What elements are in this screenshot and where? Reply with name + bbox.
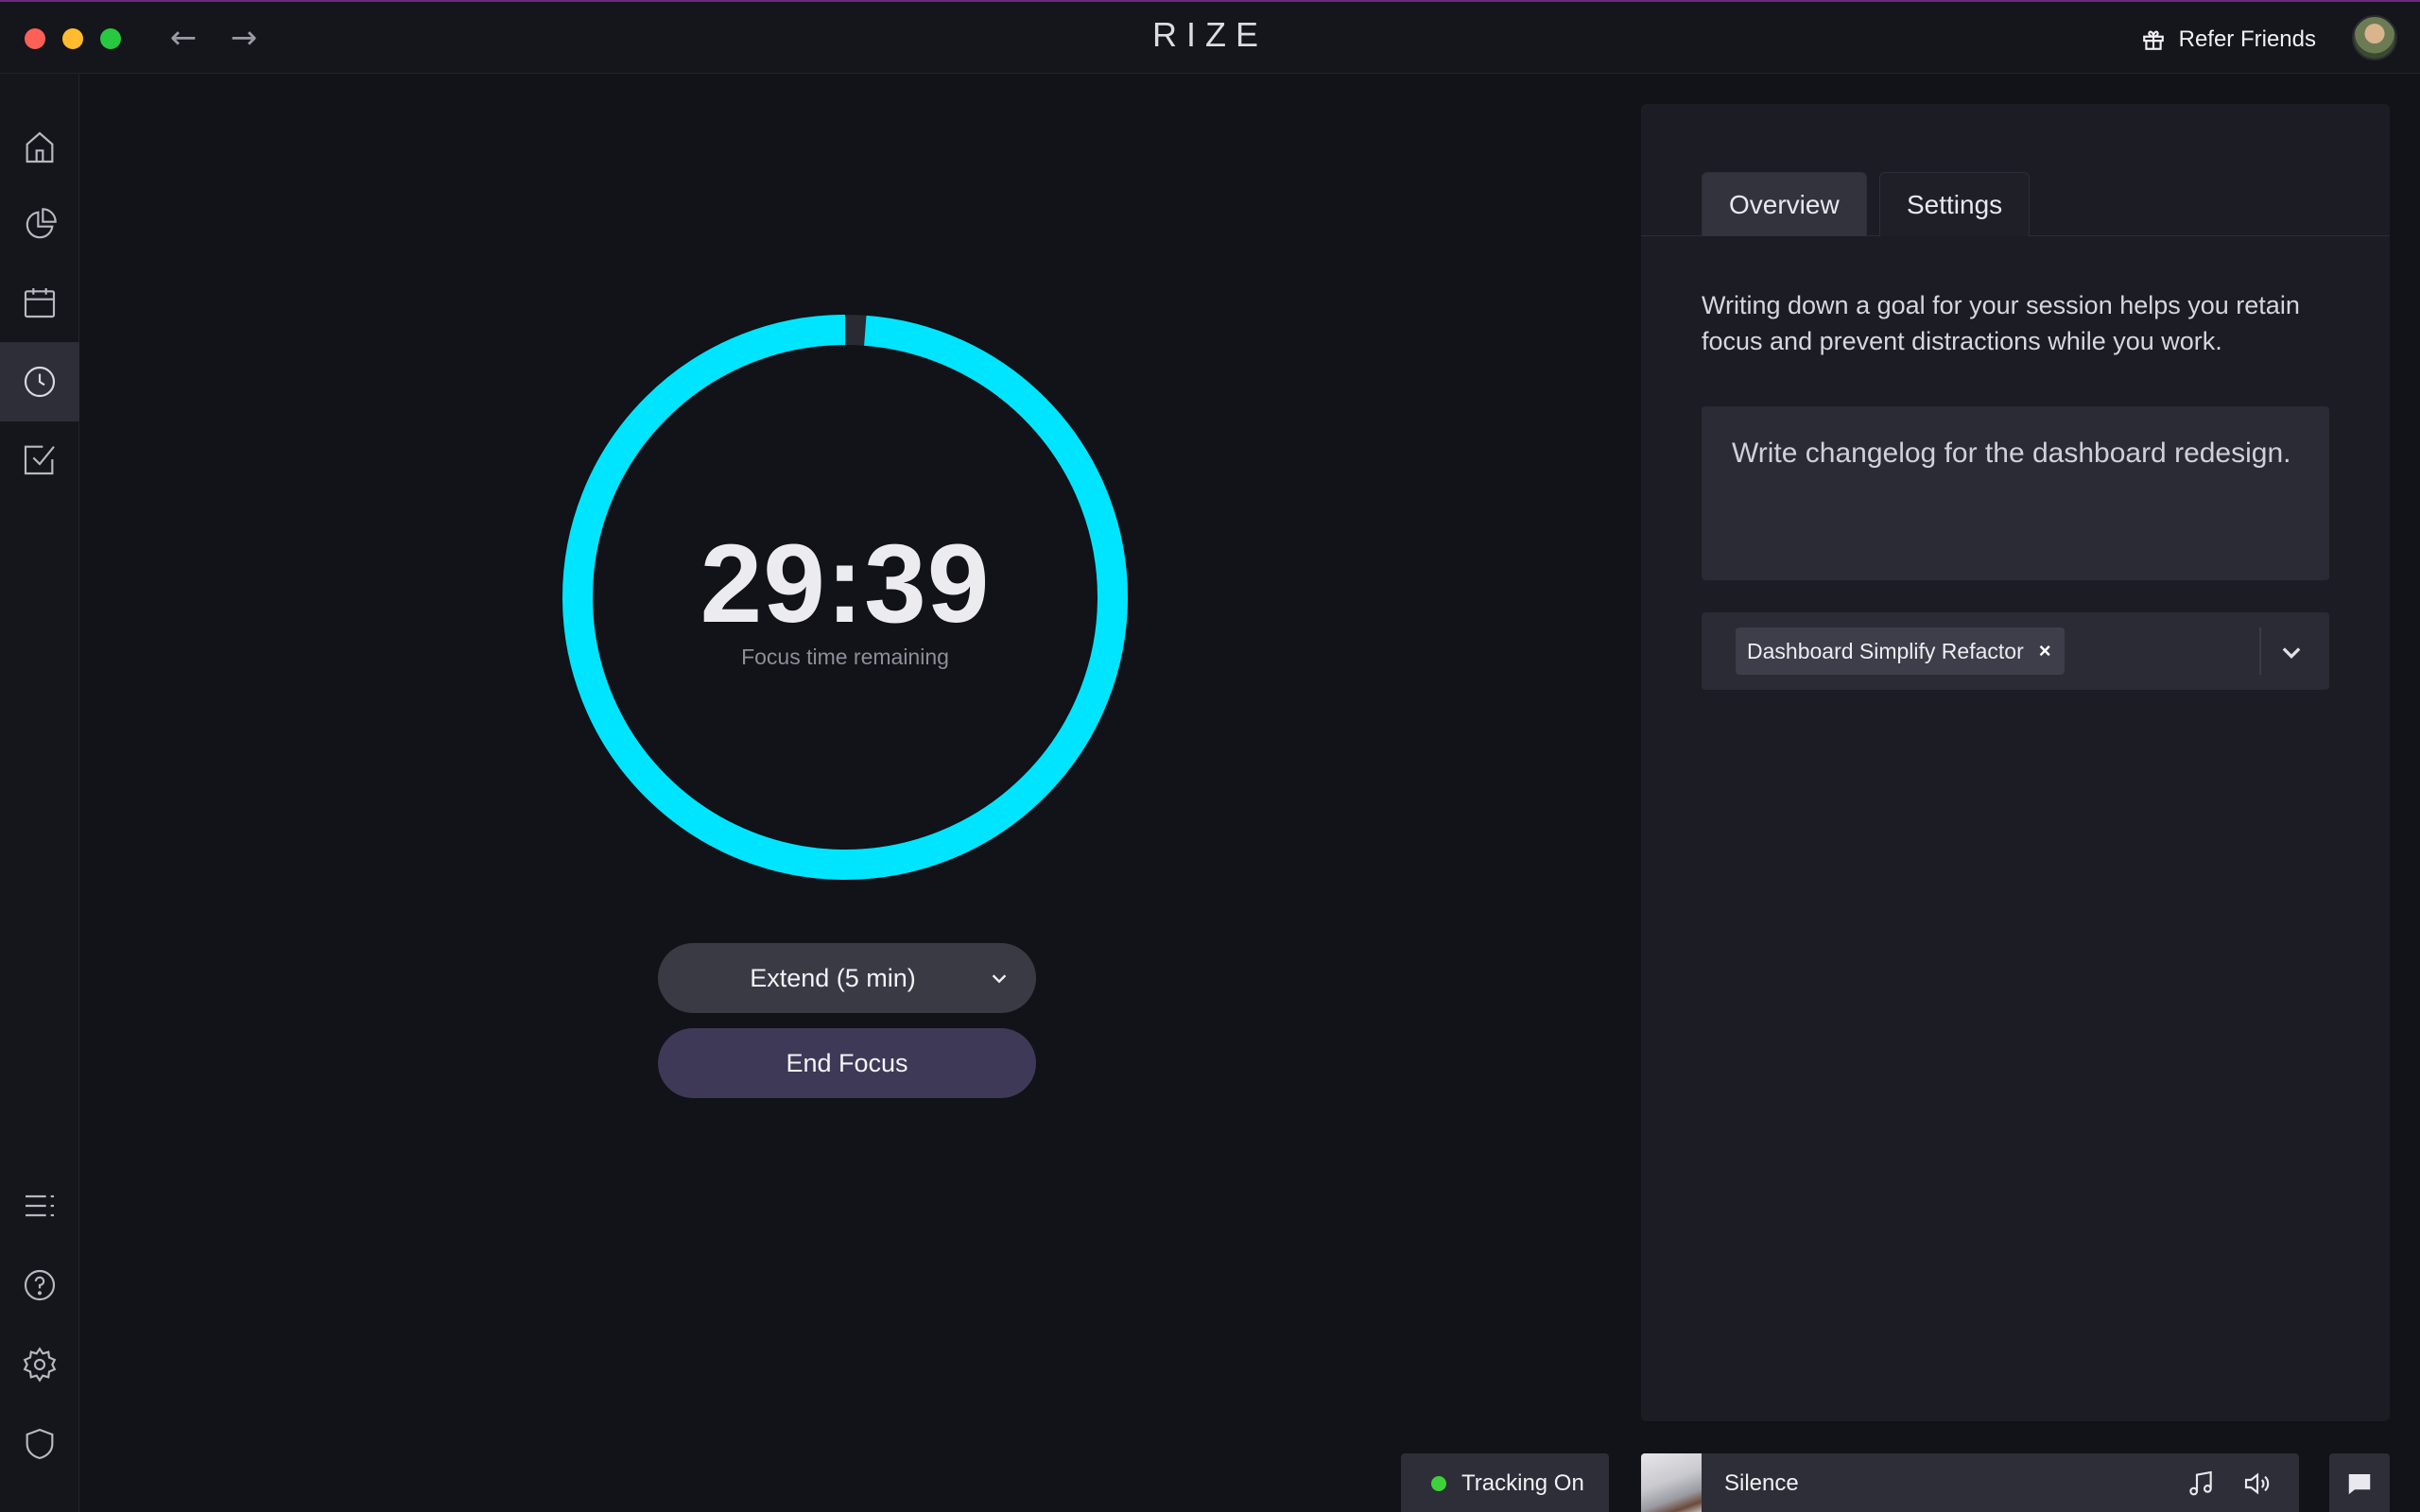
chat-icon (2348, 1474, 2371, 1495)
sidebar-item-home[interactable] (0, 108, 79, 187)
track-name: Silence (1724, 1470, 1799, 1496)
sidebar-item-privacy[interactable] (0, 1404, 79, 1484)
sidebar-item-focus[interactable] (0, 342, 79, 421)
home-icon (26, 131, 54, 163)
zoom-window-button[interactable] (100, 28, 121, 49)
time-remaining-caption: Focus time remaining (741, 644, 949, 669)
project-chip-label: Dashboard Simplify Refactor (1747, 638, 2024, 663)
sidebar (0, 74, 79, 1512)
close-icon[interactable]: × (2039, 639, 2051, 663)
tab-overview[interactable]: Overview (1702, 172, 1867, 236)
gift-icon (2142, 30, 2164, 50)
minimize-window-button[interactable] (62, 28, 83, 49)
sidebar-item-settings[interactable] (0, 1325, 79, 1404)
title-bar: ← → RIZE Refer Friends (0, 2, 2420, 74)
project-select[interactable]: Dashboard Simplify Refactor × (1702, 612, 2329, 690)
session-goal-input[interactable]: Write changelog for the dashboard redesi… (1702, 406, 2329, 580)
refer-friends-button[interactable]: Refer Friends (2141, 19, 2316, 60)
app-title: RIZE (1151, 15, 1268, 54)
music-note-icon[interactable] (2186, 1469, 2216, 1499)
chevron-down-icon[interactable] (2278, 639, 2305, 665)
goal-description: Writing down a goal for your session hel… (1702, 291, 2300, 355)
chevron-down-icon[interactable] (989, 968, 1010, 988)
forward-arrow-icon[interactable]: → (223, 17, 265, 59)
project-chip[interactable]: Dashboard Simplify Refactor × (1736, 627, 2065, 675)
tab-settings[interactable]: Settings (1879, 172, 2031, 236)
focus-timer: 29:39 Focus time remaining (562, 314, 1129, 881)
sidebar-item-calendar[interactable] (0, 263, 79, 342)
select-divider (2259, 627, 2261, 675)
analytics-pie-icon (26, 208, 57, 239)
avatar[interactable] (2352, 15, 2397, 60)
end-focus-label: End Focus (786, 1048, 908, 1077)
album-art-image (1641, 1453, 1702, 1512)
panel-tabs: Overview Settings (1641, 164, 2390, 236)
tracking-status-label: Tracking On (1461, 1470, 1584, 1496)
gear-icon (23, 1347, 57, 1383)
time-remaining: 29:39 (700, 522, 991, 646)
sidebar-item-tasks[interactable] (0, 420, 79, 499)
music-player: Silence (1641, 1453, 2299, 1512)
extend-button-label: Extend (5 min) (750, 963, 916, 992)
tracking-status-button[interactable]: Tracking On (1401, 1453, 1609, 1512)
refer-friends-label: Refer Friends (2178, 26, 2316, 52)
volume-icon[interactable] (2242, 1469, 2273, 1499)
back-arrow-icon[interactable]: ← (163, 17, 204, 59)
sidebar-item-list[interactable] (0, 1166, 79, 1246)
chat-button[interactable] (2329, 1453, 2390, 1512)
calendar-icon (24, 288, 56, 318)
shield-icon (26, 1428, 54, 1460)
task-check-icon (24, 445, 55, 475)
clock-icon (24, 366, 56, 398)
session-panel: Overview Settings Writing down a goal fo… (1641, 104, 2390, 1421)
extend-button[interactable]: Extend (5 min) (658, 943, 1036, 1013)
close-window-button[interactable] (25, 28, 45, 49)
list-icon (26, 1194, 54, 1217)
help-icon (24, 1269, 56, 1301)
tracking-status-dot (1431, 1476, 1446, 1491)
sidebar-item-help[interactable] (0, 1246, 79, 1325)
end-focus-button[interactable]: End Focus (658, 1028, 1036, 1098)
app-window: ← → RIZE Refer Friends 29:39 Focus time … (0, 0, 2420, 1512)
sidebar-item-analytics[interactable] (0, 185, 79, 265)
